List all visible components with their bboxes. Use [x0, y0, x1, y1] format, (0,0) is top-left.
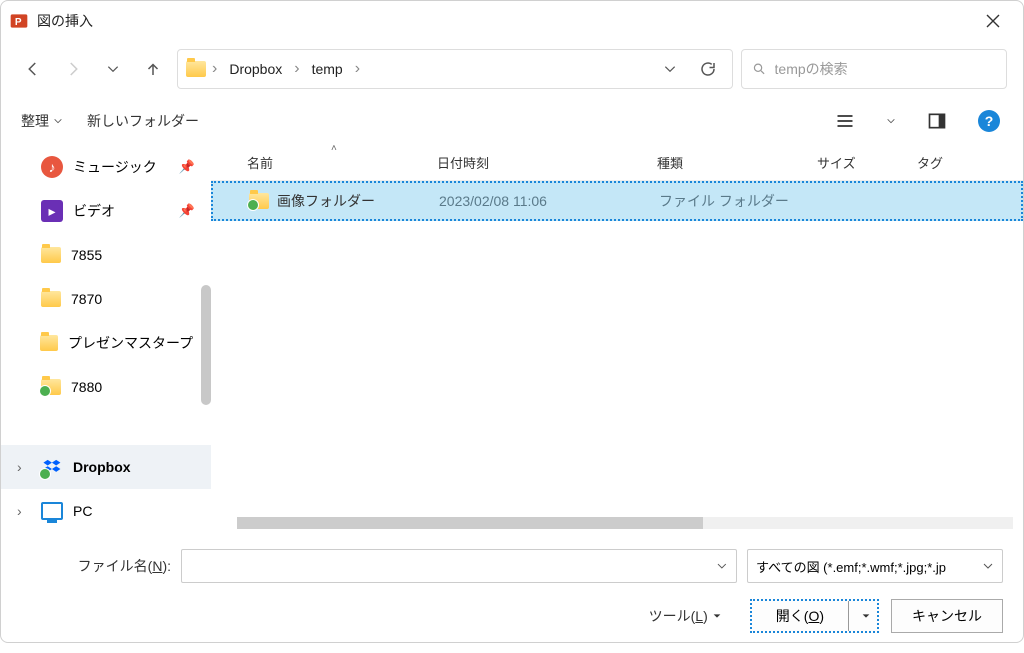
cancel-label: キャンセル — [912, 606, 982, 626]
search-input[interactable] — [775, 61, 996, 77]
pin-icon: 📌 — [179, 159, 195, 175]
navigation-row: › Dropbox › temp › — [1, 41, 1023, 97]
chevron-right-icon[interactable]: › — [17, 459, 31, 475]
address-bar[interactable]: › Dropbox › temp › — [177, 49, 733, 89]
pc-icon — [41, 502, 63, 520]
sidebar-root-pc[interactable]: › PC — [1, 489, 211, 533]
sidebar-item-label: 7880 — [71, 379, 102, 395]
filename-row: ファイル名(N): すべての図 (*.emf;*.wmf;*.jpg;*.jp — [21, 549, 1003, 583]
column-header-type[interactable]: 種類 — [645, 153, 805, 172]
refresh-button[interactable] — [692, 53, 724, 85]
file-list: ˄ 名前 日付時刻 種類 サイズ タグ 画像フォルダー 2023/02/08 1… — [211, 145, 1023, 533]
column-header-size[interactable]: サイズ — [805, 153, 905, 172]
preview-pane-toggle[interactable] — [923, 107, 951, 135]
recent-dropdown[interactable] — [97, 53, 129, 85]
bottom-panel: ファイル名(N): すべての図 (*.emf;*.wmf;*.jpg;*.jp … — [1, 533, 1023, 653]
filetype-label: すべての図 (*.emf;*.wmf;*.jpg;*.jp — [756, 557, 946, 576]
window-title: 図の挿入 — [37, 11, 971, 31]
sidebar-item-label: ミュージック — [73, 157, 157, 177]
organize-label: 整理 — [21, 111, 49, 131]
column-header-date[interactable]: 日付時刻 — [425, 153, 645, 172]
app-icon: P — [9, 11, 29, 31]
chevron-right-icon: › — [212, 60, 217, 78]
scrollbar-thumb[interactable] — [237, 517, 703, 529]
horizontal-scrollbar[interactable] — [237, 517, 1013, 529]
sidebar-root-label: PC — [73, 503, 92, 519]
filename-input[interactable] — [190, 558, 716, 574]
chevron-down-icon — [861, 611, 871, 621]
filetype-select[interactable]: すべての図 (*.emf;*.wmf;*.jpg;*.jp — [747, 549, 1003, 583]
sidebar-item-music[interactable]: ♪ ミュージック 📌 — [1, 145, 211, 189]
chevron-down-icon — [712, 611, 722, 621]
sidebar-item-7855[interactable]: 7855 — [1, 233, 211, 277]
sidebar-item-label: 7870 — [71, 291, 102, 307]
sidebar-root-dropbox[interactable]: › Dropbox — [1, 445, 211, 489]
main-area: ♪ ミュージック 📌 ▸ ビデオ 📌 7855 7870 プレゼンマスタープロ — [1, 145, 1023, 533]
filename-label: ファイル名(N): — [71, 556, 171, 576]
breadcrumb-temp[interactable]: temp — [306, 57, 349, 81]
sidebar-item-video[interactable]: ▸ ビデオ 📌 — [1, 189, 211, 233]
folder-icon — [40, 335, 58, 351]
new-folder-button[interactable]: 新しいフォルダー — [87, 111, 199, 131]
folder-icon — [41, 247, 61, 263]
view-dropdown[interactable] — [883, 107, 899, 135]
chevron-right-icon[interactable]: › — [17, 503, 31, 519]
file-name: 画像フォルダー — [277, 191, 375, 211]
file-date: 2023/02/08 11:06 — [427, 193, 647, 209]
search-box[interactable] — [741, 49, 1007, 89]
open-dropdown[interactable] — [855, 601, 877, 631]
help-button[interactable]: ? — [975, 107, 1003, 135]
chevron-down-icon — [53, 116, 63, 126]
view-menu[interactable] — [831, 107, 859, 135]
new-folder-label: 新しいフォルダー — [87, 111, 199, 131]
open-split-button[interactable]: 開く(O) — [750, 599, 879, 633]
organize-menu[interactable]: 整理 — [21, 111, 63, 131]
folder-synced-icon — [41, 379, 61, 395]
sidebar-root-label: Dropbox — [73, 459, 131, 475]
chevron-down-icon — [982, 560, 994, 572]
help-icon: ? — [978, 110, 1000, 132]
cancel-button[interactable]: キャンセル — [891, 599, 1003, 633]
sort-indicator-icon: ˄ — [331, 143, 337, 154]
file-row[interactable]: 画像フォルダー 2023/02/08 11:06 ファイル フォルダー — [211, 181, 1023, 221]
sidebar-item-label: ビデオ — [73, 201, 115, 221]
video-icon: ▸ — [41, 200, 63, 222]
forward-button[interactable] — [57, 53, 89, 85]
folder-synced-icon — [249, 193, 269, 209]
column-headers: ˄ 名前 日付時刻 種類 サイズ タグ — [211, 145, 1023, 181]
column-header-name[interactable]: 名前 — [235, 153, 425, 172]
toolbar: 整理 新しいフォルダー ? — [1, 97, 1023, 145]
chevron-right-icon: › — [355, 60, 360, 78]
chevron-down-icon[interactable] — [716, 560, 728, 572]
sidebar-item-7870[interactable]: 7870 — [1, 277, 211, 321]
sidebar-scrollbar[interactable] — [201, 285, 211, 405]
button-row: ツール(L) 開く(O) キャンセル — [21, 599, 1003, 633]
pin-icon: 📌 — [179, 203, 195, 219]
navigation-pane: ♪ ミュージック 📌 ▸ ビデオ 📌 7855 7870 プレゼンマスタープロ — [1, 145, 211, 533]
filename-combobox[interactable] — [181, 549, 737, 583]
back-button[interactable] — [17, 53, 49, 85]
title-bar: P 図の挿入 — [1, 1, 1023, 41]
breadcrumb-dropbox[interactable]: Dropbox — [223, 57, 288, 81]
music-icon: ♪ — [41, 156, 63, 178]
sidebar-item-label: 7855 — [71, 247, 102, 263]
up-button[interactable] — [137, 53, 169, 85]
folder-icon — [186, 61, 206, 77]
sidebar-item-7880[interactable]: 7880 — [1, 365, 211, 409]
svg-text:P: P — [15, 17, 22, 28]
dropbox-icon — [41, 456, 63, 478]
close-button[interactable] — [971, 5, 1015, 37]
sidebar-item-presenmaster[interactable]: プレゼンマスタープロ — [1, 321, 211, 365]
path-dropdown[interactable] — [654, 53, 686, 85]
column-header-tag[interactable]: タグ — [905, 153, 1023, 172]
folder-icon — [41, 291, 61, 307]
tools-menu[interactable]: ツール(L) — [649, 606, 722, 626]
open-button[interactable]: 開く(O) — [752, 601, 849, 631]
sidebar-item-label: プレゼンマスタープロ — [68, 333, 195, 353]
file-type: ファイル フォルダー — [647, 191, 807, 211]
search-icon — [752, 61, 767, 77]
chevron-right-icon: › — [294, 60, 299, 78]
